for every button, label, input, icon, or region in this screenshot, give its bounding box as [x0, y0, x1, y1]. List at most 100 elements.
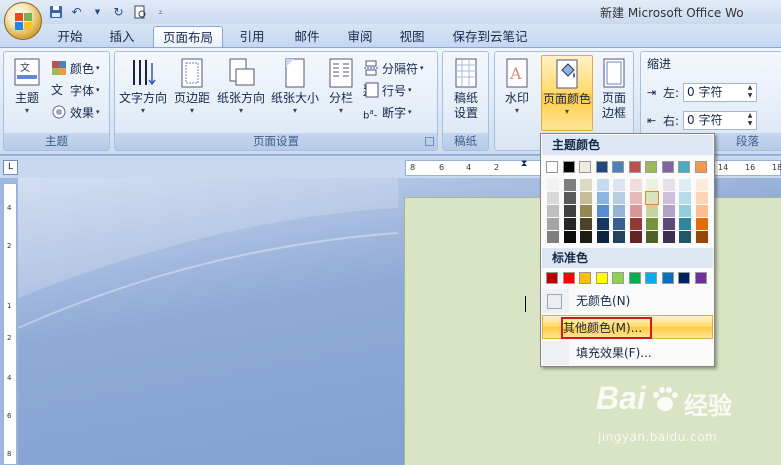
color-shade-swatch[interactable]: [613, 205, 625, 217]
color-swatch[interactable]: [612, 161, 624, 173]
color-shade-swatch[interactable]: [679, 179, 691, 191]
theme-fonts-button[interactable]: 文 字体 ▾: [51, 80, 100, 100]
color-shade-swatch[interactable]: [613, 192, 625, 204]
color-swatch[interactable]: [628, 161, 641, 173]
color-shade-swatch[interactable]: [662, 192, 675, 204]
tab-page-layout[interactable]: 页面布局: [153, 26, 223, 48]
color-shade-swatch[interactable]: [547, 231, 559, 243]
text-direction-button[interactable]: 文字方向 ▾: [117, 57, 169, 116]
color-shade-swatch[interactable]: [662, 231, 675, 243]
chevron-down-icon[interactable]: ▼: [90, 5, 105, 20]
color-swatch[interactable]: [546, 161, 558, 173]
page-size-button[interactable]: 纸张大小 ▾: [269, 57, 321, 116]
standard-color-swatch[interactable]: [546, 272, 558, 284]
undo-icon[interactable]: ↶: [69, 5, 84, 20]
standard-color-swatch[interactable]: [678, 272, 690, 284]
customize-qat-icon[interactable]: ⩡: [153, 5, 168, 20]
page-borders-button[interactable]: 页面 边框: [597, 57, 631, 121]
tab-mailings[interactable]: 邮件: [283, 26, 331, 48]
tab-insert[interactable]: 插入: [98, 26, 146, 48]
color-shade-swatch[interactable]: [580, 231, 592, 243]
vertical-ruler[interactable]: 4 2 1 2 4 6 8: [3, 183, 17, 465]
color-shade-swatch[interactable]: [629, 231, 642, 243]
color-shade-swatch[interactable]: [679, 192, 691, 204]
color-shade-swatch[interactable]: [580, 179, 592, 191]
color-shade-swatch[interactable]: [695, 218, 708, 230]
color-shade-swatch[interactable]: [547, 192, 559, 204]
standard-color-swatch[interactable]: [661, 272, 674, 284]
color-swatch[interactable]: [678, 161, 690, 173]
color-swatch[interactable]: [645, 161, 657, 173]
tab-selector-icon[interactable]: L: [3, 160, 18, 175]
color-shade-swatch[interactable]: [613, 179, 625, 191]
no-color-item[interactable]: 无颜色(N): [542, 289, 713, 313]
tab-view[interactable]: 视图: [388, 26, 436, 48]
indent-left-spinner[interactable]: ⇥ 左: 0 字符 ▲ ▼: [647, 82, 758, 102]
color-shade-swatch[interactable]: [629, 192, 642, 204]
fill-effects-item[interactable]: 填充效果(F)...: [542, 341, 713, 365]
color-shade-swatch[interactable]: [563, 192, 576, 204]
color-shade-swatch[interactable]: [580, 205, 592, 217]
columns-button[interactable]: 分栏 ▾: [323, 57, 359, 116]
color-shade-swatch[interactable]: [596, 179, 609, 191]
indent-marker-icon[interactable]: ⧗: [521, 159, 527, 169]
color-swatch[interactable]: [562, 161, 575, 173]
standard-color-swatch[interactable]: [628, 272, 641, 284]
color-shade-swatch[interactable]: [646, 231, 658, 243]
tab-save-to-cloud-note[interactable]: 保存到云笔记: [446, 26, 534, 48]
color-swatch[interactable]: [595, 161, 608, 173]
color-shade-swatch[interactable]: [679, 205, 691, 217]
color-swatch[interactable]: [694, 161, 707, 173]
margins-button[interactable]: 页边距 ▾: [171, 57, 213, 116]
indent-left-input[interactable]: 0 字符 ▲ ▼: [683, 82, 758, 102]
save-icon[interactable]: [48, 5, 63, 20]
standard-color-swatch[interactable]: [595, 272, 608, 284]
standard-color-swatch[interactable]: [612, 272, 624, 284]
tab-home[interactable]: 开始: [46, 26, 94, 48]
color-shade-swatch[interactable]: [596, 192, 609, 204]
color-shade-swatch[interactable]: [547, 205, 559, 217]
indent-right-input[interactable]: 0 字符 ▲ ▼: [683, 110, 758, 130]
orientation-button[interactable]: 纸张方向 ▾: [215, 57, 267, 116]
line-numbers-button[interactable]: 12 行号 ▾: [363, 80, 412, 100]
color-shade-swatch[interactable]: [613, 218, 625, 230]
standard-color-swatch[interactable]: [562, 272, 575, 284]
color-shade-swatch[interactable]: [695, 205, 708, 217]
color-shade-swatch[interactable]: [679, 218, 691, 230]
tab-references[interactable]: 引用: [228, 26, 276, 48]
redo-icon[interactable]: ↻: [111, 5, 126, 20]
spinner-arrows-icon[interactable]: ▲ ▼: [745, 84, 755, 100]
indent-right-spinner[interactable]: ⇤ 右: 0 字符 ▲ ▼: [647, 110, 758, 130]
draft-settings-button[interactable]: 稿纸 设置: [447, 57, 485, 121]
color-shade-swatch[interactable]: [662, 205, 675, 217]
color-shade-swatch[interactable]: [596, 205, 609, 217]
color-shade-swatch[interactable]: [695, 192, 708, 204]
color-shade-swatch[interactable]: [596, 218, 609, 230]
color-shade-swatch[interactable]: [563, 231, 576, 243]
tab-review[interactable]: 审阅: [336, 26, 384, 48]
color-shade-swatch[interactable]: [662, 179, 675, 191]
color-shade-swatch[interactable]: [646, 218, 658, 230]
color-shade-swatch[interactable]: [629, 205, 642, 217]
office-button[interactable]: [4, 2, 42, 40]
color-shade-swatch[interactable]: [547, 218, 559, 230]
color-shade-swatch[interactable]: [695, 179, 708, 191]
color-shade-swatch[interactable]: [613, 231, 625, 243]
color-shade-swatch[interactable]: [662, 218, 675, 230]
color-swatch[interactable]: [579, 161, 591, 173]
color-shade-swatch[interactable]: [580, 192, 592, 204]
color-swatch[interactable]: [661, 161, 674, 173]
color-shade-swatch[interactable]: [596, 231, 609, 243]
dialog-launcher-icon[interactable]: [425, 137, 434, 146]
color-shade-swatch[interactable]: [580, 218, 592, 230]
color-shade-swatch[interactable]: [646, 179, 658, 191]
color-shade-swatch[interactable]: [563, 218, 576, 230]
standard-color-swatch[interactable]: [579, 272, 591, 284]
color-shade-swatch[interactable]: [563, 205, 576, 217]
color-shade-swatch[interactable]: [547, 179, 559, 191]
standard-color-swatch[interactable]: [694, 272, 707, 284]
theme-effects-button[interactable]: 效果 ▾: [51, 102, 100, 122]
color-shade-swatch[interactable]: [695, 231, 708, 243]
watermark-button[interactable]: A 水印 ▾: [499, 57, 535, 116]
color-shade-swatch[interactable]: [563, 179, 576, 191]
